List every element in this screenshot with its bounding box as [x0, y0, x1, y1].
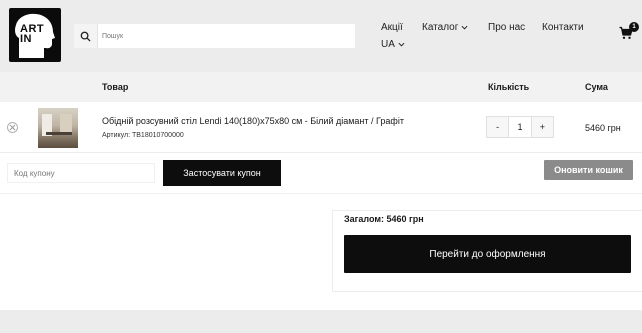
- nav-actions[interactable]: Акції: [381, 22, 403, 33]
- close-icon: [9, 124, 16, 131]
- update-cart-button[interactable]: Оновити кошик: [544, 160, 633, 180]
- nav-catalog[interactable]: Каталог: [422, 22, 468, 33]
- coupon-code-input[interactable]: [7, 163, 155, 183]
- cart-table-header: Товар Кількість Сума: [0, 72, 642, 102]
- search-bar: [74, 24, 355, 48]
- product-name-link[interactable]: Обідній розсувний стіл Lendi 140(180)x75…: [102, 116, 404, 126]
- nav-about-label: Про нас: [488, 22, 526, 33]
- language-label: UA: [381, 39, 395, 50]
- language-selector[interactable]: UA: [381, 39, 405, 50]
- section-divider: [0, 193, 642, 194]
- cart-count-badge: 1: [629, 22, 639, 32]
- apply-coupon-button[interactable]: Застосувати купон: [163, 160, 281, 186]
- nav-contacts-label: Контакти: [542, 22, 584, 33]
- footer-strip: [0, 310, 642, 333]
- remove-item-button[interactable]: [7, 122, 18, 133]
- site-header: ART IN Акції Каталог Про нас Контакти UA…: [0, 0, 642, 72]
- search-input[interactable]: [98, 25, 355, 47]
- logo-text: ART IN: [20, 23, 45, 45]
- product-sku: Артикул: TB18010700000: [102, 132, 184, 139]
- quantity-decrease-button[interactable]: -: [487, 117, 509, 137]
- nav-contacts[interactable]: Контакти: [542, 22, 584, 33]
- item-subtotal: 5460 грн: [585, 123, 621, 133]
- nav-catalog-label: Каталог: [422, 22, 459, 33]
- column-header-quantity: Кількість: [488, 82, 530, 92]
- search-button[interactable]: [74, 24, 98, 48]
- cart-total: Загалом: 5460 грн: [344, 214, 424, 224]
- quantity-increase-button[interactable]: +: [531, 117, 553, 137]
- nav-actions-label: Акції: [381, 22, 403, 33]
- chevron-down-icon: [461, 25, 468, 30]
- quantity-stepper: - 1 +: [486, 116, 554, 138]
- art-in-logo[interactable]: ART IN: [9, 8, 61, 62]
- chevron-down-icon: [398, 42, 405, 47]
- nav-about[interactable]: Про нас: [488, 22, 525, 33]
- search-icon: [80, 31, 91, 42]
- column-header-sum: Сума: [585, 82, 608, 92]
- proceed-to-checkout-button[interactable]: Перейти до оформлення: [344, 235, 631, 273]
- column-header-product: Товар: [102, 82, 129, 92]
- product-thumbnail[interactable]: [38, 108, 78, 148]
- quantity-input[interactable]: 1: [508, 117, 532, 137]
